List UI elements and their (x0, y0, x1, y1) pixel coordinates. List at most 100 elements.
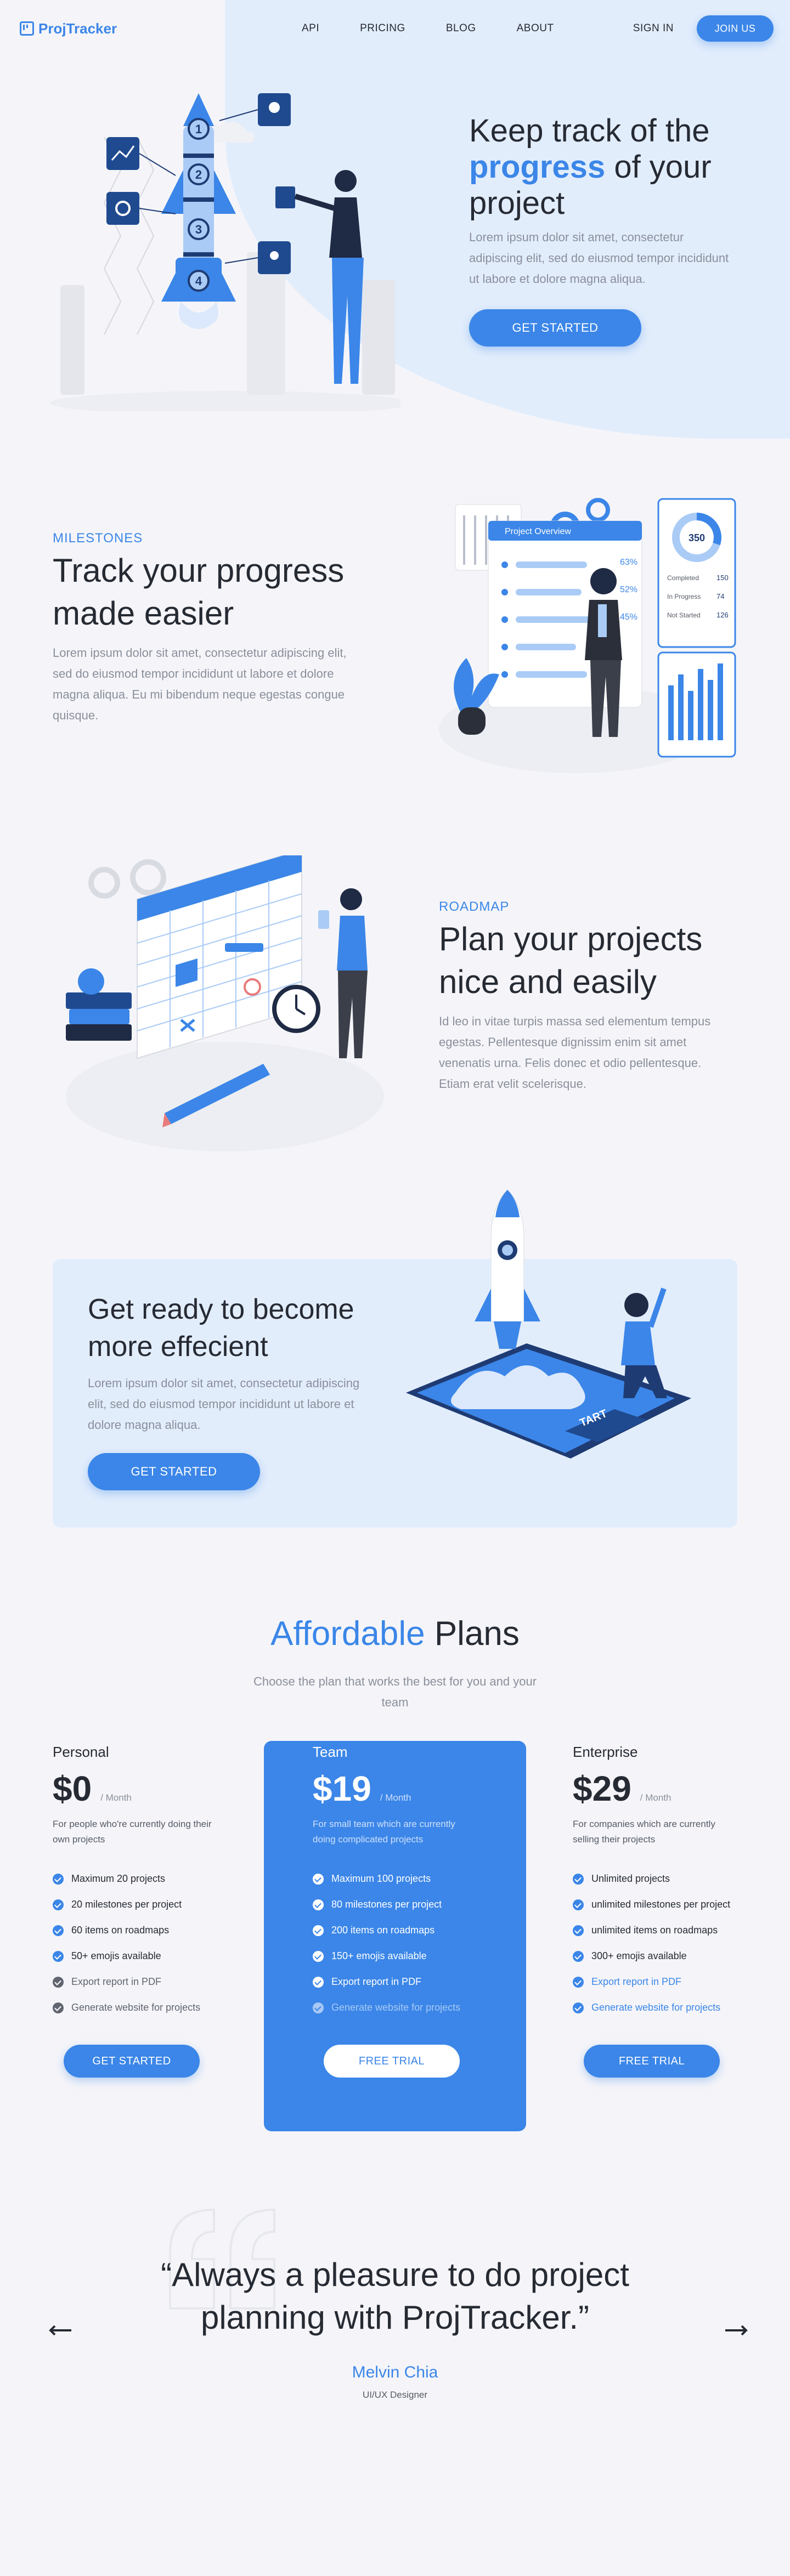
feature-item: Export report in PDF (53, 1969, 250, 1995)
pricing-subtitle: Choose the plan that works the best for … (253, 1675, 537, 1709)
sign-in-link[interactable]: SIGN IN (633, 22, 674, 35)
rocket-step-1: 1 (195, 122, 202, 136)
testimonial-quote: “Always a pleasure to do project plannin… (0, 2254, 790, 2339)
feature-label: Export report in PDF (591, 1976, 682, 1987)
nav-link-api[interactable]: API (302, 22, 319, 35)
join-us-button[interactable]: JOIN US (697, 15, 774, 42)
plan-features: Maximum 20 projects 20 milestones per pr… (53, 1866, 250, 2021)
pricing-title-accent: Affordable (270, 1615, 425, 1653)
stat-value-not-started: 126 (716, 611, 729, 619)
feature-label: unlimited items on roadmaps (591, 1925, 718, 1936)
hero-text: Keep track of the progress of your proje… (469, 113, 754, 347)
check-icon (313, 2002, 324, 2013)
check-icon (53, 2002, 64, 2013)
feature-item: Maximum 100 projects (313, 1866, 510, 1892)
plan-description: For companies which are currently sellin… (573, 1819, 715, 1845)
testimonial-quote-line2: planning with ProjTracker.” (200, 2299, 590, 2336)
calendar-illustration (66, 855, 384, 1151)
check-icon (573, 1899, 584, 1910)
check-icon (313, 1899, 324, 1910)
check-icon (313, 1873, 324, 1885)
dashboard-row-value-3: 45% (620, 612, 637, 622)
cta-title: Get ready to become more effecient (88, 1291, 395, 1365)
nav-link-about[interactable]: ABOUT (517, 22, 554, 35)
roadmap-title-line2: nice and easily (439, 963, 657, 1000)
hero-title-rest: of your (605, 149, 712, 185)
plan-amount: $0 (53, 1769, 92, 1808)
dashboard-row-value-1: 63% (620, 558, 637, 567)
plan-price: $29 / Month (573, 1768, 770, 1809)
check-icon (53, 1950, 64, 1962)
plan-name: Team (313, 1744, 348, 1760)
plan-enterprise: Enterprise $29 / Month For companies whi… (573, 1744, 770, 2078)
testimonial-quote-line1: “Always a pleasure to do project (161, 2256, 629, 2293)
feature-label: Export report in PDF (331, 1976, 422, 1987)
testimonial-author-role: UI/UX Designer (362, 2390, 428, 2400)
hero-get-started-button[interactable]: GET STARTED (469, 309, 641, 347)
feature-label: 20 milestones per project (71, 1899, 182, 1910)
cta-title-line2: more effecient (88, 1331, 268, 1363)
check-icon (573, 1925, 584, 1936)
team-free-trial-button[interactable]: FREE TRIAL (324, 2045, 460, 2078)
nav-link-pricing[interactable]: PRICING (360, 22, 405, 35)
nav-links: API PRICING BLOG ABOUT (302, 22, 554, 35)
rocket-illustration: 1 2 3 4 (49, 93, 400, 411)
hero-title: Keep track of the progress of your proje… (469, 113, 754, 222)
cta-get-started-button[interactable]: GET STARTED (88, 1453, 260, 1490)
feature-item: 200 items on roadmaps (313, 1917, 510, 1943)
next-testimonial-arrow-icon[interactable] (724, 2325, 748, 2336)
stat-label-in-progress: In Progress (667, 593, 701, 600)
cta-description: Lorem ipsum dolor sit amet, consectetur … (88, 1376, 360, 1432)
milestones-title-line1: Track your progress (53, 552, 345, 589)
hero-description: Lorem ipsum dolor sit amet, consectetur … (469, 230, 729, 286)
feature-label: Unlimited projects (591, 1873, 670, 1884)
dashboard-donut-value: 350 (689, 532, 705, 543)
feature-item: 80 milestones per project (313, 1892, 510, 1917)
pricing-title: Affordable Plans (0, 1614, 790, 1653)
feature-item: 20 milestones per project (53, 1892, 250, 1917)
feature-item: Generate website for projects (53, 1995, 250, 2021)
plan-features: Maximum 100 projects 80 milestones per p… (313, 1866, 510, 2021)
check-icon (313, 1950, 324, 1962)
stat-value-completed: 150 (716, 574, 729, 582)
check-icon (313, 1925, 324, 1936)
brand-logo[interactable]: ProjTracker (20, 20, 272, 37)
enterprise-free-trial-button[interactable]: FREE TRIAL (584, 2045, 720, 2078)
logo-icon (20, 21, 34, 36)
milestones-eyebrow: MILESTONES (53, 531, 143, 546)
feature-item: Generate website for projects (573, 1995, 770, 2021)
prev-testimonial-arrow-icon[interactable] (48, 2325, 72, 2336)
nav-link-blog[interactable]: BLOG (446, 22, 476, 35)
feature-label: unlimited milestones per project (591, 1899, 731, 1910)
rocket-step-3: 3 (195, 223, 202, 236)
feature-label: 50+ emojis available (71, 1950, 161, 1961)
cta-section: Get ready to become more effecient Lorem… (88, 1291, 395, 1490)
nav-actions: SIGN IN JOIN US (633, 15, 774, 42)
rocket-step-2: 2 (195, 168, 202, 181)
feature-item: Export report in PDF (313, 1969, 510, 1995)
roadmap-section: ROADMAP Plan your projects nice and easi… (439, 899, 746, 1094)
plan-personal: Personal $0 / Month For people who're cu… (53, 1744, 250, 2078)
feature-item: Unlimited projects (573, 1866, 770, 1892)
plan-team: Team $19 / Month For small team which ar… (313, 1744, 510, 2078)
personal-get-started-button[interactable]: GET STARTED (64, 2045, 200, 2078)
feature-label: 80 milestones per project (331, 1899, 442, 1910)
plan-price: $19 / Month (313, 1768, 510, 1809)
feature-item: unlimited milestones per project (573, 1892, 770, 1917)
hero-title-line3: project (469, 185, 565, 221)
plan-period: / Month (640, 1792, 672, 1803)
feature-label: Generate website for projects (591, 2002, 721, 2013)
plan-price: $0 / Month (53, 1768, 250, 1809)
feature-label: 60 items on roadmaps (71, 1925, 170, 1936)
feature-label: Generate website for projects (71, 2002, 201, 2013)
stat-value-in-progress: 74 (716, 592, 724, 600)
feature-label: 200 items on roadmaps (331, 1925, 435, 1936)
brand-name: ProjTracker (38, 20, 117, 37)
check-icon (573, 1873, 584, 1885)
roadmap-title: Plan your projects nice and easily (439, 918, 746, 1003)
feature-item: 300+ emojis available (573, 1943, 770, 1969)
plan-period: / Month (100, 1792, 132, 1803)
rocket-launch-illustration: TART (406, 1190, 691, 1459)
plan-period: / Month (380, 1792, 411, 1803)
plan-features: Unlimited projects unlimited milestones … (573, 1866, 770, 2021)
